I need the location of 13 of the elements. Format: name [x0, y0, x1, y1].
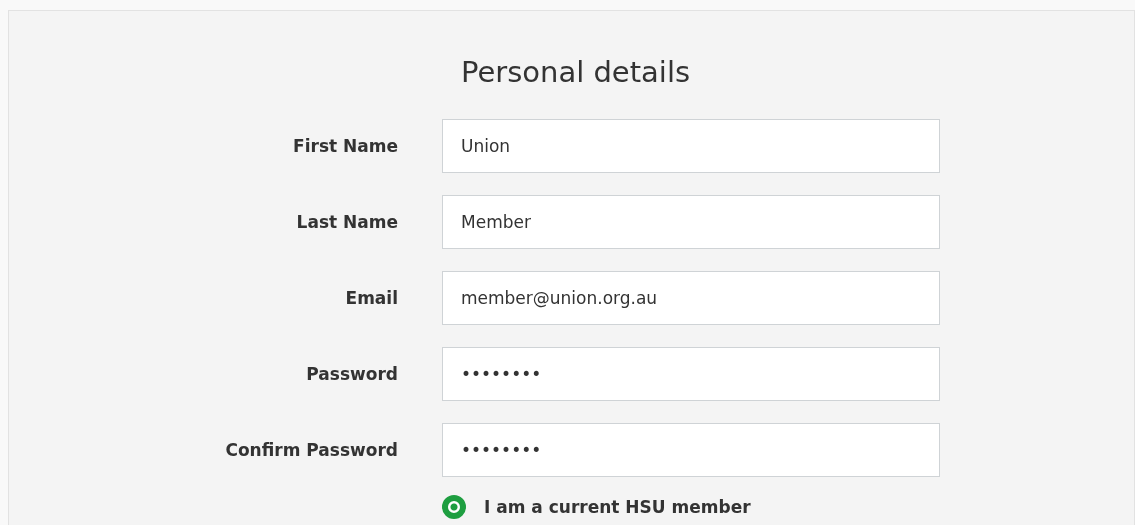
field-label: First Name — [293, 136, 398, 156]
input-field[interactable]: member@union.org.au — [442, 271, 940, 325]
field-label: Last Name — [296, 212, 398, 232]
input-field[interactable]: •••••••• — [442, 347, 940, 401]
input-field[interactable]: •••••••• — [442, 423, 940, 477]
input-field[interactable]: Union — [442, 119, 940, 173]
radio-label: I am a current HSU member — [484, 497, 751, 517]
input-field[interactable]: Member — [442, 195, 940, 249]
form-heading: Personal details — [459, 55, 691, 89]
field-label: Email — [345, 288, 398, 308]
field-label: Password — [306, 364, 398, 384]
radio-button[interactable] — [442, 495, 466, 519]
field-label: Confirm Password — [225, 440, 398, 460]
